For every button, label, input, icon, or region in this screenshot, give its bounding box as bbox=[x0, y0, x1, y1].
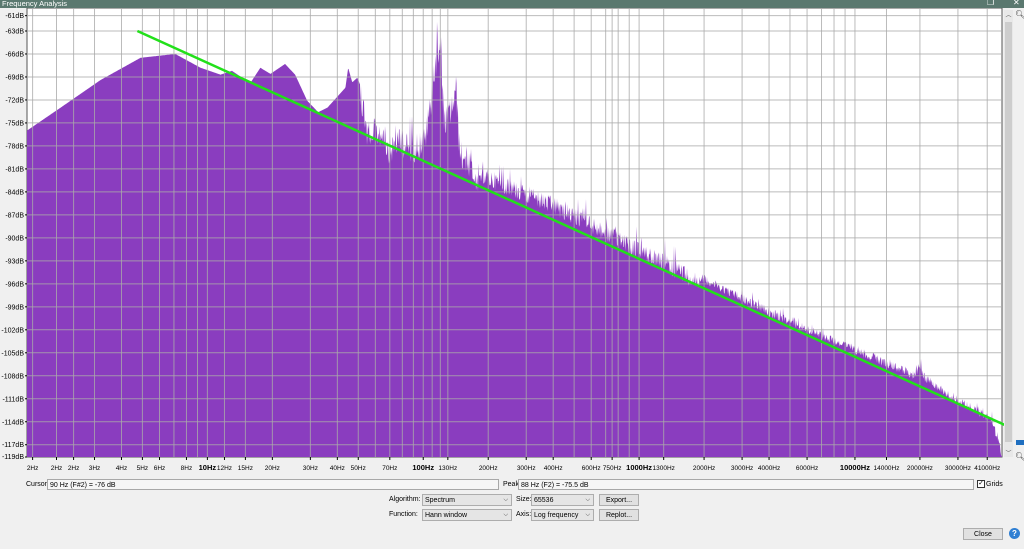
cursor-field[interactable]: 90 Hz (F#2) = -76 dB bbox=[47, 479, 499, 490]
spectrum-plot[interactable]: -61dB -63dB -66dB -69dB -72dB -75dB -78dB -81dB… bbox=[0, 8, 1004, 478]
x-tick-label: 2Hz bbox=[51, 465, 63, 472]
vertical-scrollbar[interactable]: ︿ ﹀ bbox=[1004, 10, 1013, 457]
scroll-up-icon[interactable]: ︿ bbox=[1004, 10, 1013, 19]
algorithm-value: Spectrum bbox=[425, 497, 455, 504]
x-tick-label: 20Hz bbox=[265, 465, 280, 472]
replot-button[interactable]: Replot... bbox=[599, 509, 639, 521]
y-tick-label: -111dB bbox=[2, 396, 24, 403]
x-tick-label: 30000Hz bbox=[945, 465, 971, 472]
axis-value: Log frequency bbox=[534, 512, 579, 519]
axis-select[interactable]: Log frequency ⌵ bbox=[531, 509, 594, 521]
title-bar: Frequency Analysis ❐ ✕ bbox=[0, 0, 1024, 8]
x-tick-label: 3Hz bbox=[89, 465, 101, 472]
window-title: Frequency Analysis bbox=[2, 0, 68, 8]
y-tick-label: -105dB bbox=[1, 350, 24, 357]
chevron-down-icon: ⌵ bbox=[585, 497, 590, 503]
zoom-out-icon[interactable]: 🔍︎ bbox=[1015, 452, 1024, 461]
algorithm-label: Algorithm: bbox=[389, 496, 421, 503]
algorithm-select[interactable]: Spectrum ⌵ bbox=[422, 494, 512, 506]
y-tick-label: -72dB bbox=[5, 97, 24, 104]
x-tick-label: 3000Hz bbox=[731, 465, 753, 472]
function-label: Function: bbox=[389, 511, 418, 518]
x-tick-label: 15Hz bbox=[238, 465, 253, 472]
y-tick-label: -93dB bbox=[5, 258, 24, 265]
x-tick-label: 8Hz bbox=[181, 465, 193, 472]
export-button[interactable]: Export... bbox=[599, 494, 639, 506]
x-tick-label: 14000Hz bbox=[873, 465, 899, 472]
y-tick-label: -84dB bbox=[5, 189, 24, 196]
close-icon[interactable]: ✕ bbox=[1013, 0, 1020, 7]
x-tick-label: 12Hz bbox=[217, 465, 232, 472]
y-tick-label: -87dB bbox=[5, 212, 24, 219]
x-tick-label: 6Hz bbox=[154, 465, 166, 472]
zoom-slider-thumb[interactable] bbox=[1016, 440, 1024, 445]
grids-checkbox[interactable]: ✓ bbox=[977, 480, 985, 488]
y-tick-label: -102dB bbox=[1, 327, 24, 334]
function-value: Hann window bbox=[425, 512, 468, 519]
x-tick-label: 40Hz bbox=[330, 465, 345, 472]
x-tick-label: 300Hz bbox=[517, 465, 536, 472]
x-tick-label: 130Hz bbox=[438, 465, 457, 472]
zoom-in-icon[interactable]: 🔍︎ bbox=[1015, 10, 1024, 19]
x-tick-label: 750Hz bbox=[603, 465, 622, 472]
y-tick-label: -69dB bbox=[5, 74, 24, 81]
chevron-down-icon: ⌵ bbox=[503, 512, 508, 518]
x-tick-label: 2000Hz bbox=[693, 465, 715, 472]
x-tick-label: 1000Hz bbox=[626, 463, 652, 472]
scroll-down-icon[interactable]: ﹀ bbox=[1004, 448, 1013, 457]
x-tick-label: 2Hz bbox=[27, 465, 39, 472]
help-icon[interactable]: ? bbox=[1009, 528, 1020, 539]
x-tick-label: 200Hz bbox=[479, 465, 498, 472]
x-tick-label: 100Hz bbox=[412, 463, 434, 472]
axis-label: Axis: bbox=[516, 511, 532, 518]
y-tick-label: -114dB bbox=[2, 419, 24, 426]
y-tick-label: -63dB bbox=[5, 28, 24, 35]
size-select[interactable]: 65536 ⌵ bbox=[531, 494, 594, 506]
chevron-down-icon: ⌵ bbox=[503, 497, 508, 503]
zoom-slider[interactable] bbox=[1015, 20, 1024, 450]
close-button[interactable]: Close bbox=[963, 528, 1003, 540]
y-tick-label: -90dB bbox=[5, 235, 24, 242]
y-tick-label: -75dB bbox=[5, 120, 24, 127]
y-tick-label: -61dB bbox=[5, 13, 24, 20]
peak-field[interactable]: 88 Hz (F2) = -75.5 dB bbox=[518, 479, 974, 490]
x-tick-label: 4000Hz bbox=[758, 465, 780, 472]
x-tick-label: 10Hz bbox=[199, 463, 217, 472]
size-value: 65536 bbox=[534, 497, 554, 504]
scrollbar-thumb[interactable] bbox=[1005, 22, 1012, 442]
x-tick-label: 50Hz bbox=[351, 465, 366, 472]
x-tick-label: 1300Hz bbox=[652, 465, 674, 472]
x-tick-label: 70Hz bbox=[382, 465, 397, 472]
y-tick-label: -99dB bbox=[5, 304, 24, 311]
y-tick-label: -117dB bbox=[2, 442, 24, 449]
x-tick-label: 600Hz bbox=[582, 465, 601, 472]
cursor-label: Cursor: bbox=[26, 481, 49, 488]
y-tick-label: -119dB bbox=[2, 454, 24, 461]
x-tick-label: 41000Hz bbox=[974, 465, 1000, 472]
y-tick-label: -78dB bbox=[5, 143, 24, 150]
size-label: Size: bbox=[516, 496, 532, 503]
x-tick-label: 10000Hz bbox=[840, 463, 870, 472]
function-select[interactable]: Hann window ⌵ bbox=[422, 509, 512, 521]
x-tick-label: 6000Hz bbox=[796, 465, 818, 472]
y-tick-label: -108dB bbox=[1, 373, 24, 380]
y-tick-label: -81dB bbox=[5, 166, 24, 173]
x-tick-label: 5Hz bbox=[137, 465, 149, 472]
x-tick-label: 30Hz bbox=[303, 465, 318, 472]
chevron-down-icon: ⌵ bbox=[585, 512, 590, 518]
y-tick-label: -66dB bbox=[5, 51, 24, 58]
restore-icon[interactable]: ❐ bbox=[987, 0, 994, 7]
y-tick-label: -96dB bbox=[5, 281, 24, 288]
x-tick-label: 400Hz bbox=[544, 465, 563, 472]
x-tick-label: 20000Hz bbox=[907, 465, 933, 472]
grids-label: Grids bbox=[986, 481, 1003, 488]
x-tick-label: 4Hz bbox=[116, 465, 128, 472]
x-tick-label: 2Hz bbox=[68, 465, 80, 472]
